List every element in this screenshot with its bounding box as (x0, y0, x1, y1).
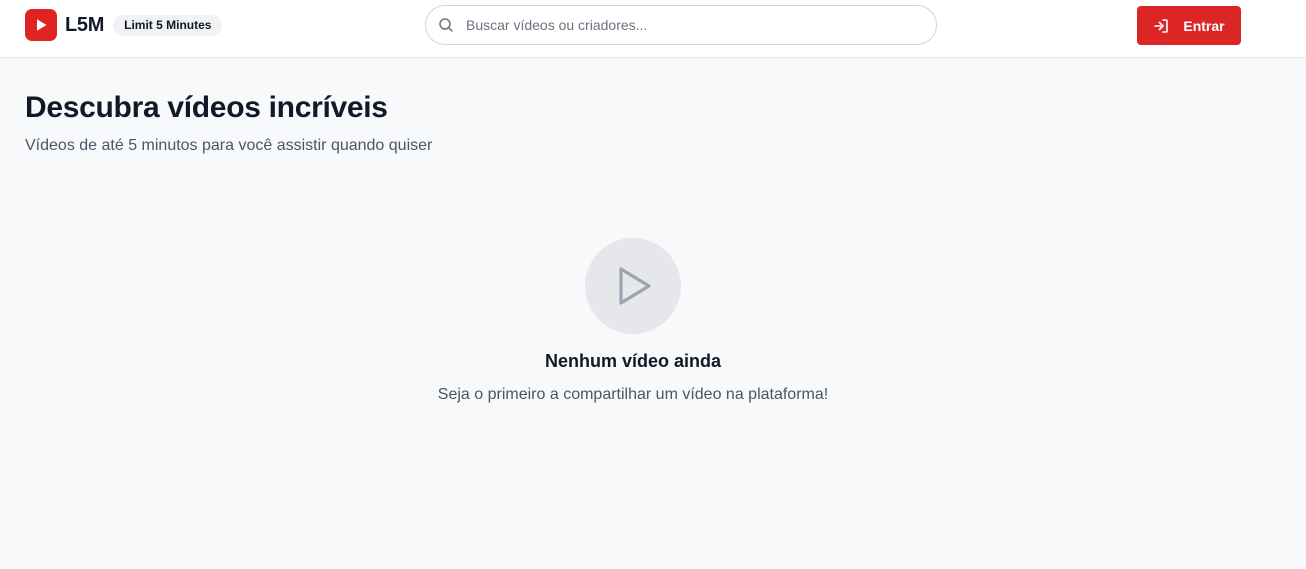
empty-state-icon-circle (585, 238, 681, 334)
play-outline-icon (619, 267, 651, 305)
page-subtitle: Vídeos de até 5 minutos para você assist… (25, 137, 433, 154)
page-title: Descubra vídeos incríveis (25, 91, 388, 124)
log-in-icon (1153, 18, 1169, 34)
logo-text: L5M (65, 13, 105, 36)
play-icon (25, 9, 57, 41)
empty-state-message: Seja o primeiro a compartilhar um vídeo … (437, 386, 829, 403)
brand-logo[interactable]: L5M Limit 5 Minutes (25, 9, 223, 41)
login-button[interactable]: Entrar (1137, 6, 1241, 45)
tagline-badge: Limit 5 Minutes (113, 14, 223, 36)
search-icon (438, 17, 454, 33)
empty-state-title: Nenhum vídeo ainda (544, 351, 722, 371)
login-button-label: Entrar (1183, 17, 1225, 34)
search-bar[interactable] (425, 5, 937, 45)
search-input[interactable] (466, 17, 906, 33)
empty-state: Nenhum vídeo ainda Seja o primeiro a com… (0, 238, 1266, 404)
top-header: L5M Limit 5 Minutes Entrar (0, 0, 1306, 58)
